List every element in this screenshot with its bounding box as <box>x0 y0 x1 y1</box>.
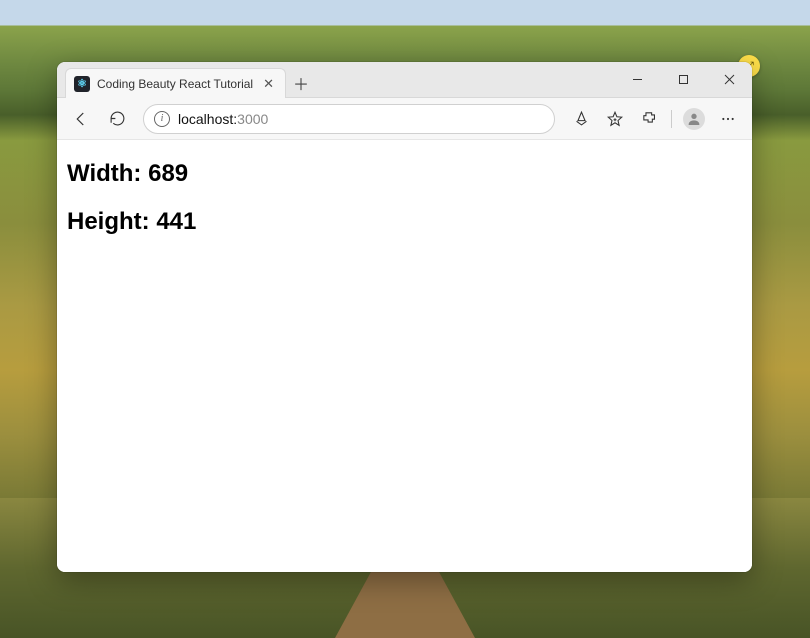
maximize-button[interactable] <box>660 62 706 97</box>
address-bar[interactable]: i localhost:3000 <box>143 104 555 134</box>
url-text: localhost:3000 <box>178 111 268 127</box>
window-controls <box>614 62 752 97</box>
favorites-button[interactable] <box>599 103 631 135</box>
height-heading: Height: 441 <box>67 208 742 236</box>
close-window-button[interactable] <box>706 62 752 97</box>
more-button[interactable] <box>712 103 744 135</box>
toolbar-right-icons <box>565 103 744 135</box>
width-value: 689 <box>148 160 188 187</box>
read-aloud-button[interactable] <box>565 103 597 135</box>
minimize-button[interactable] <box>614 62 660 97</box>
refresh-button[interactable] <box>101 103 133 135</box>
browser-window: ⚛ Coding Beauty React Tutorial ✕ ＋ <box>57 62 752 572</box>
height-label: Height: <box>67 208 156 235</box>
extensions-button[interactable] <box>633 103 665 135</box>
toolbar-divider <box>671 110 672 128</box>
width-label: Width: <box>67 160 148 187</box>
url-port: 3000 <box>237 111 268 127</box>
page-content: Width: 689 Height: 441 <box>57 140 752 572</box>
avatar <box>683 108 705 130</box>
profile-button[interactable] <box>678 103 710 135</box>
width-heading: Width: 689 <box>67 160 742 188</box>
tab-title: Coding Beauty React Tutorial <box>97 77 253 91</box>
react-favicon-icon: ⚛ <box>74 76 90 92</box>
new-tab-button[interactable]: ＋ <box>286 68 316 97</box>
browser-tab[interactable]: ⚛ Coding Beauty React Tutorial ✕ <box>65 68 286 98</box>
back-button[interactable] <box>65 103 97 135</box>
site-info-icon[interactable]: i <box>154 111 170 127</box>
tab-close-button[interactable]: ✕ <box>260 76 277 91</box>
url-host: localhost: <box>178 111 237 127</box>
browser-toolbar: i localhost:3000 <box>57 98 752 140</box>
titlebar: ⚛ Coding Beauty React Tutorial ✕ ＋ <box>57 62 752 98</box>
height-value: 441 <box>156 208 196 235</box>
